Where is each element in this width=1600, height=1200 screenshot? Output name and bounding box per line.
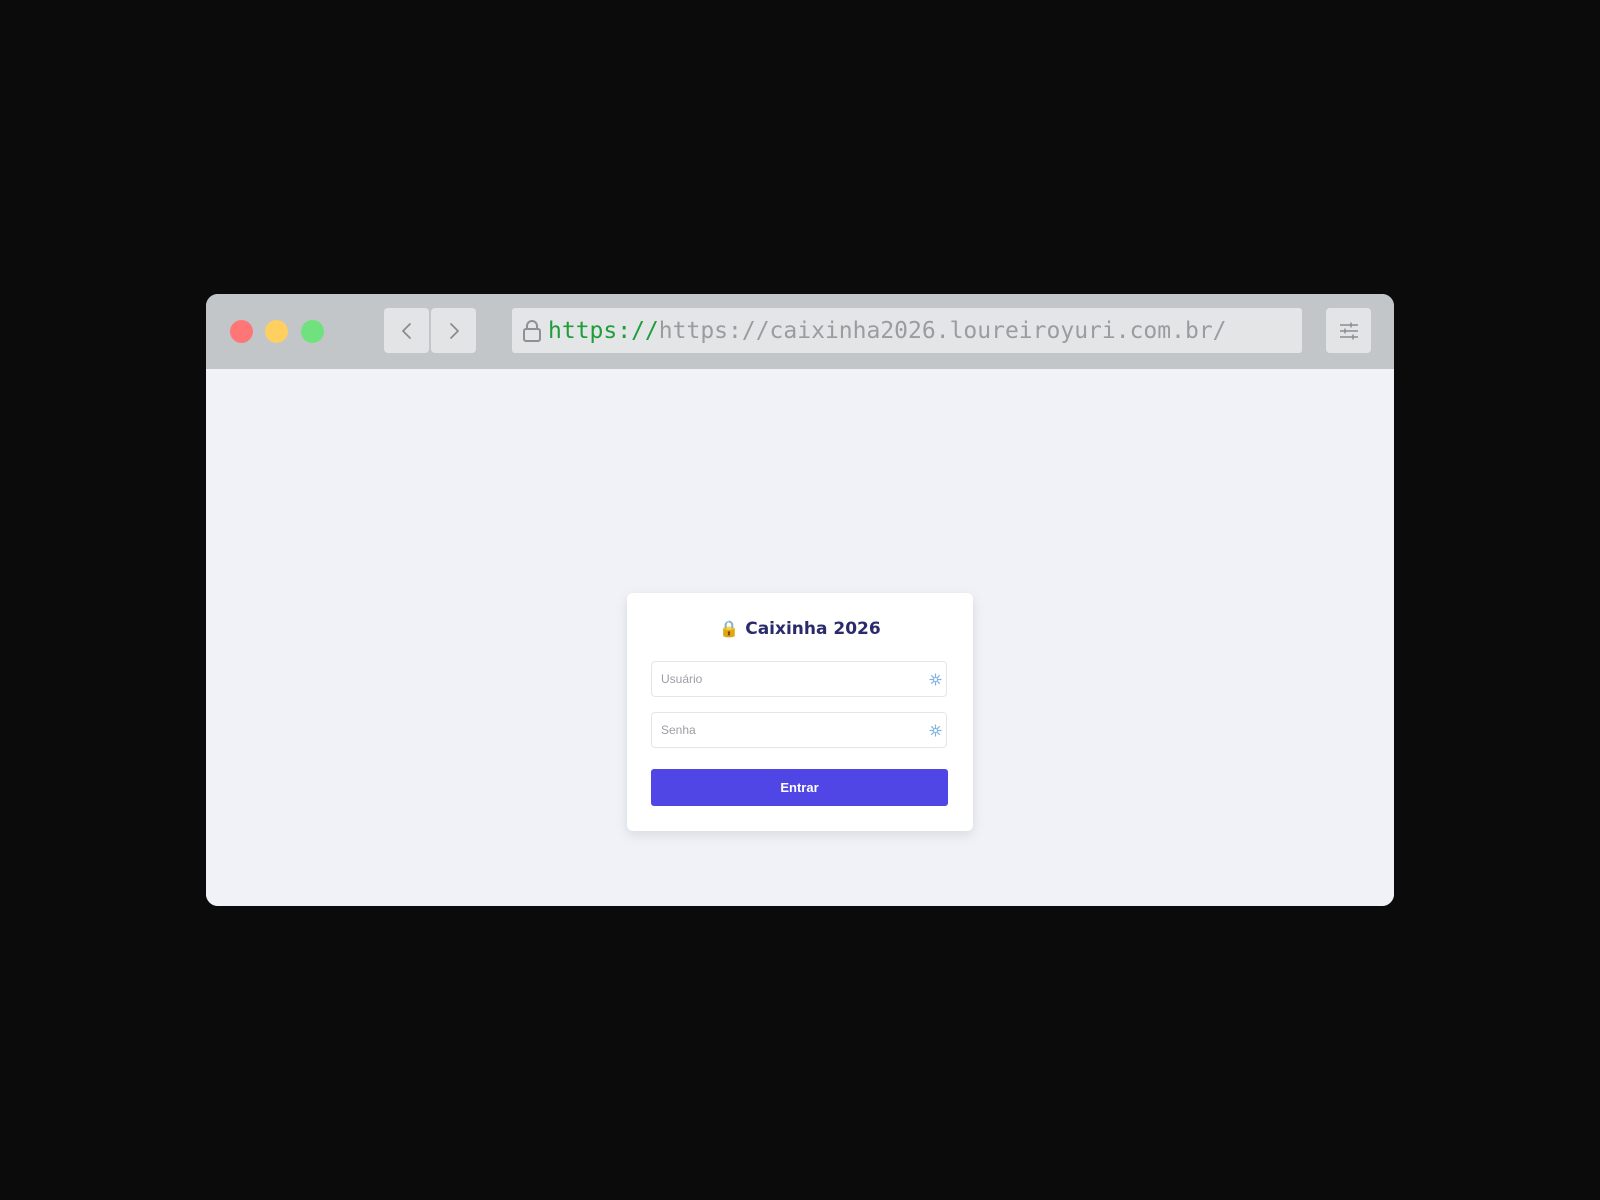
- username-input[interactable]: [652, 662, 946, 696]
- back-button[interactable]: [384, 308, 429, 353]
- url-text: https://caixinha2026.loureiroyuri.com.br…: [658, 317, 1227, 344]
- forward-button[interactable]: [431, 308, 476, 353]
- password-field-wrapper: [651, 712, 947, 748]
- login-title-text: Caixinha 2026: [745, 619, 881, 639]
- login-submit-button[interactable]: Entrar: [651, 769, 948, 806]
- browser-window: https://https://caixinha2026.loureiroyur…: [206, 294, 1394, 906]
- close-window-button[interactable]: [230, 320, 253, 343]
- chevron-left-icon: [401, 322, 411, 339]
- browser-toolbar: https://https://caixinha2026.loureiroyur…: [206, 294, 1394, 369]
- lock-emoji-icon: 🔒: [719, 619, 740, 638]
- chevron-right-icon: [449, 322, 459, 339]
- sliders-icon: [1339, 322, 1358, 339]
- password-input[interactable]: [652, 713, 946, 747]
- username-field-wrapper: [651, 661, 947, 697]
- sparkle-icon[interactable]: [928, 723, 943, 738]
- browser-menu-button[interactable]: [1326, 308, 1371, 353]
- url-scheme: https://: [548, 317, 659, 344]
- minimize-window-button[interactable]: [265, 320, 288, 343]
- maximize-window-button[interactable]: [301, 320, 324, 343]
- address-bar[interactable]: https://https://caixinha2026.loureiroyur…: [512, 308, 1302, 353]
- login-title: 🔒 Caixinha 2026: [627, 619, 973, 639]
- login-card: 🔒 Caixinha 2026 Usuário Entrar: [627, 593, 973, 831]
- sparkle-icon[interactable]: [928, 672, 943, 687]
- page-content: 🔒 Caixinha 2026 Usuário Entrar: [206, 369, 1394, 906]
- lock-icon: [522, 319, 542, 343]
